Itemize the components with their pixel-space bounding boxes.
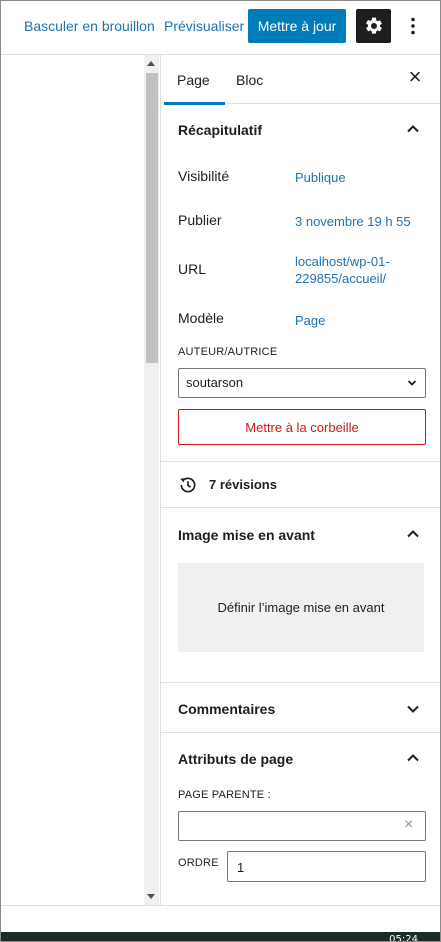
publish-date-value[interactable]: 3 novembre 19 h 55 [295, 213, 411, 230]
comments-panel-title[interactable]: Commentaires [178, 701, 275, 717]
parent-page-input[interactable]: × [178, 811, 426, 841]
visibility-label: Visibilité [178, 168, 230, 184]
scroll-up-arrow-icon[interactable] [147, 61, 155, 66]
revisions-label: 7 révisions [209, 477, 277, 492]
order-label: ORDRE [178, 857, 219, 869]
divider [161, 732, 440, 733]
scroll-down-arrow-icon[interactable] [147, 894, 155, 899]
history-icon [180, 477, 196, 493]
page-attributes-panel-title[interactable]: Attributs de page [178, 751, 293, 767]
author-select[interactable]: soutarson [178, 368, 426, 398]
switch-to-draft-button[interactable]: Basculer en brouillon [24, 18, 155, 34]
order-value: 1 [237, 860, 245, 875]
taskbar: 05:24 [1, 932, 440, 942]
gear-icon [365, 17, 382, 34]
sidebar-tabs: Page Bloc × [161, 55, 440, 105]
summary-panel-title[interactable]: Récapitulatif [178, 122, 262, 138]
editor-toolbar: Basculer en brouillon Prévisualiser Mett… [1, 1, 440, 55]
settings-sidebar: Page Bloc × Récapitulatif Visibilité Pub… [160, 55, 440, 905]
chevron-down-icon[interactable] [406, 702, 420, 716]
kebab-icon [411, 17, 415, 35]
author-select-value: soutarson [186, 375, 244, 390]
editor-canvas[interactable] [1, 55, 160, 905]
visibility-value[interactable]: Publique [295, 169, 346, 186]
tab-block[interactable]: Bloc [236, 72, 263, 88]
editor-window: Basculer en brouillon Prévisualiser Mett… [0, 0, 441, 942]
divider [161, 507, 440, 508]
url-value[interactable]: localhost/wp-01-229855/accueil/ [295, 253, 415, 287]
template-value[interactable]: Page [295, 312, 325, 329]
editor-footer [1, 905, 440, 933]
taskbar-clock: 05:24 [389, 934, 418, 942]
template-label: Modèle [178, 310, 224, 326]
parent-page-label: PAGE PARENTE : [178, 789, 271, 801]
settings-button[interactable] [356, 9, 391, 43]
scrollbar[interactable] [144, 55, 159, 905]
close-icon[interactable]: × [405, 66, 425, 89]
update-button[interactable]: Mettre à jour [248, 9, 346, 43]
move-to-trash-button[interactable]: Mettre à la corbeille [178, 409, 426, 445]
publish-label: Publier [178, 212, 222, 228]
preview-button[interactable]: Prévisualiser [164, 18, 244, 34]
clear-icon[interactable]: × [404, 817, 413, 833]
divider [161, 461, 440, 462]
featured-image-panel-title[interactable]: Image mise en avant [178, 527, 315, 543]
options-button[interactable] [403, 12, 423, 40]
chevron-up-icon[interactable] [406, 122, 420, 136]
tab-page[interactable]: Page [164, 72, 225, 105]
divider [161, 682, 440, 683]
scrollbar-thumb[interactable] [146, 73, 158, 363]
url-label: URL [178, 261, 207, 277]
revisions-link[interactable]: 7 révisions [178, 475, 418, 495]
chevron-down-icon [407, 380, 417, 386]
set-featured-image-button[interactable]: Définir l’image mise en avant [178, 563, 424, 652]
order-input[interactable]: 1 [227, 851, 426, 882]
author-label: AUTEUR/AUTRICE [178, 346, 278, 358]
chevron-up-icon[interactable] [406, 527, 420, 541]
chevron-up-icon[interactable] [406, 751, 420, 765]
